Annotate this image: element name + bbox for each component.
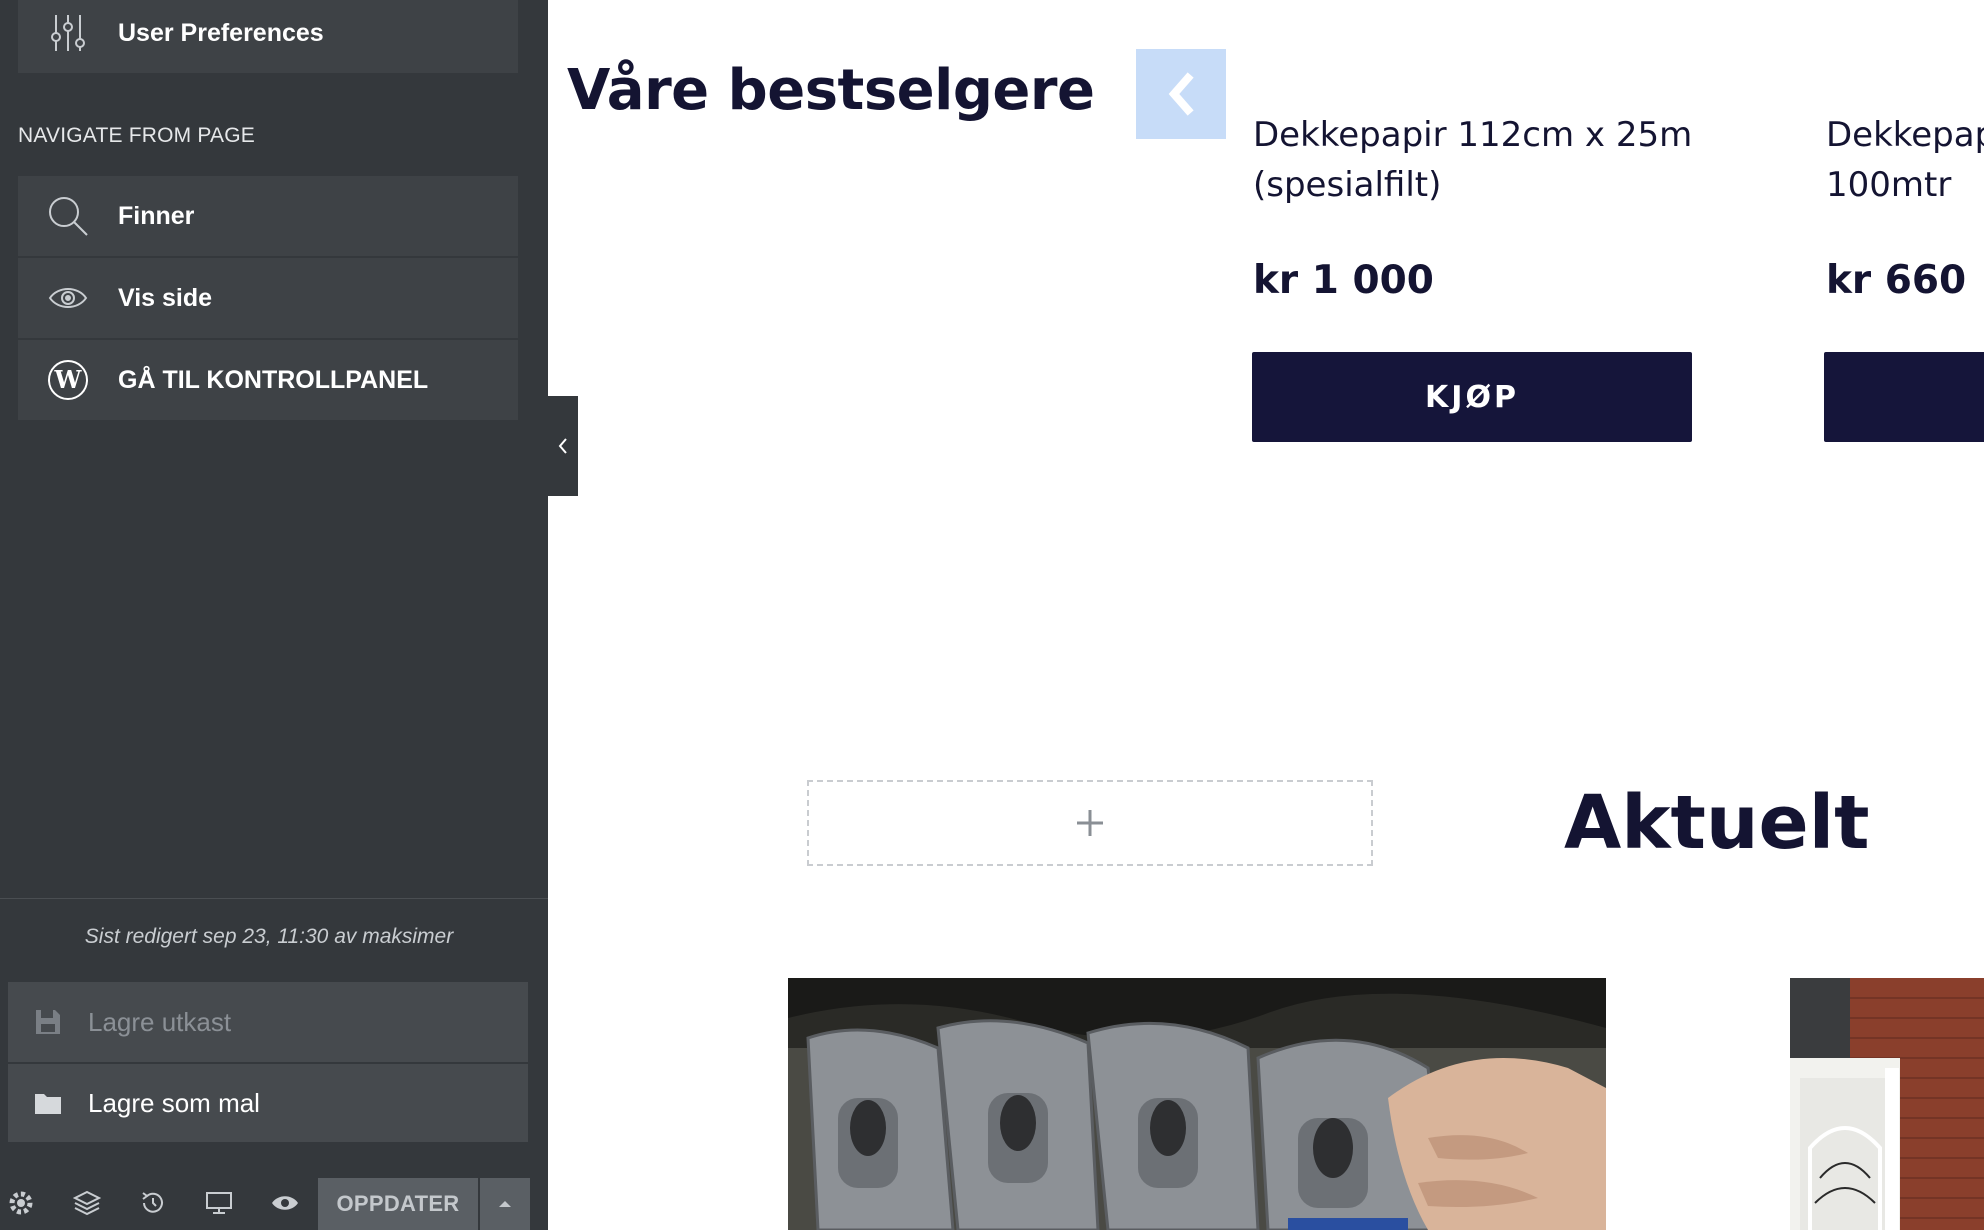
search-icon (18, 176, 118, 256)
floppy-disk-icon (8, 982, 88, 1062)
save-as-template-button[interactable]: Lagre som mal (8, 1064, 528, 1142)
plus-icon (1077, 810, 1103, 836)
product-name[interactable]: Dekkepap 100mtr (1826, 110, 1984, 210)
menu-item-label: GÅ TIL KONTROLLPANEL (118, 365, 429, 394)
menu-item-finner[interactable]: Finner (18, 176, 518, 256)
section-title: NAVIGATE FROM PAGE (18, 124, 255, 147)
product-name-line: Dekkepap (1826, 115, 1984, 155)
product-name-line: 100mtr (1826, 165, 1952, 205)
carousel-prev-button[interactable] (1136, 49, 1226, 139)
wordpress-icon: W (18, 340, 118, 420)
save-template-label: Lagre som mal (88, 1087, 260, 1118)
menu-item-dashboard[interactable]: W GÅ TIL KONTROLLPANEL (18, 340, 518, 420)
sliders-icon (18, 0, 118, 73)
save-draft-button[interactable]: Lagre utkast (8, 982, 528, 1062)
chevron-left-icon (558, 438, 567, 454)
menu-item-user-preferences[interactable]: User Preferences (18, 0, 518, 73)
gear-icon[interactable] (2, 1184, 40, 1222)
news-image-tools[interactable] (788, 978, 1606, 1230)
eye-icon[interactable] (266, 1184, 304, 1222)
menu-item-label: User Preferences (118, 18, 324, 47)
folder-icon (8, 1063, 88, 1143)
buy-button[interactable] (1824, 352, 1984, 442)
menu-item-label: Finner (118, 201, 195, 230)
menu-item-vis-side[interactable]: Vis side (18, 258, 518, 338)
product-price: kr 660 (1826, 258, 1967, 303)
add-widget-area[interactable] (807, 780, 1373, 866)
editor-sidebar: User Preferences NAVIGATE FROM PAGE Finn… (0, 0, 548, 1230)
product-name-line: (spesialfilt) (1253, 165, 1442, 205)
product-name-line: Dekkepapir 112cm x 25m (1253, 115, 1693, 155)
update-options-button[interactable] (480, 1178, 530, 1230)
update-button[interactable]: OPPDATER (318, 1178, 478, 1230)
news-image-house[interactable] (1790, 978, 1984, 1230)
caret-up-icon (499, 1201, 511, 1207)
product-name[interactable]: Dekkepapir 112cm x 25m (spesialfilt) (1253, 110, 1692, 210)
aktuelt-heading: Aktuelt (1564, 780, 1870, 866)
history-icon[interactable] (134, 1184, 172, 1222)
bestsellers-heading: Våre bestselgere (567, 58, 1095, 123)
last-edited-text: Sist redigert sep 23, 11:30 av maksimer (84, 925, 454, 948)
desktop-icon[interactable] (200, 1184, 238, 1222)
buy-button[interactable]: KJØP (1252, 352, 1692, 442)
chevron-left-icon (1168, 72, 1194, 116)
collapse-sidebar-button[interactable] (548, 396, 578, 496)
eye-icon (18, 258, 118, 338)
svg-text:W: W (54, 365, 83, 394)
menu-item-label: Vis side (118, 283, 213, 312)
save-draft-label: Lagre utkast (88, 1006, 232, 1037)
layers-icon[interactable] (68, 1184, 106, 1222)
divider (0, 898, 548, 899)
product-price: kr 1 000 (1253, 258, 1434, 303)
